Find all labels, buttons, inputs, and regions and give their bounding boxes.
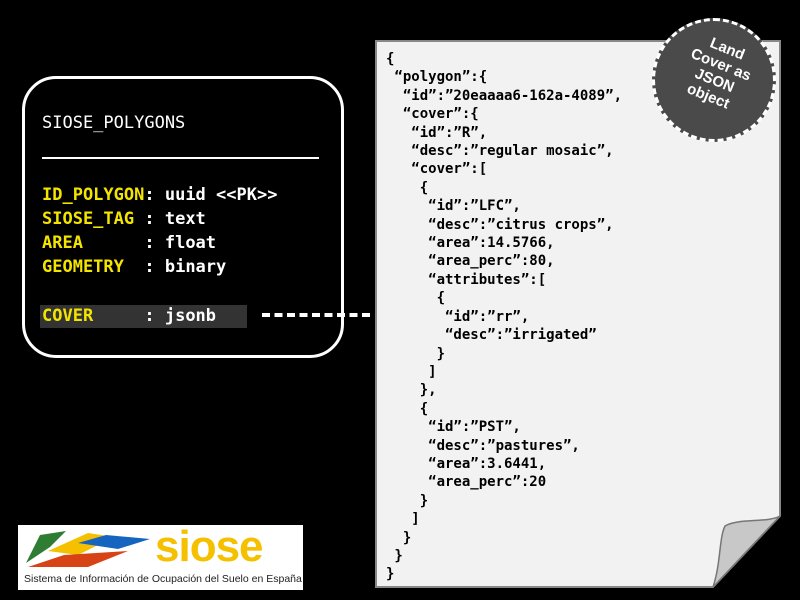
json-line: “desc”:”citrus crops”, [428, 216, 614, 233]
field-type: float [164, 233, 217, 253]
json-line: “area”:3.6441, [428, 455, 547, 472]
json-line: “desc”:”regular mosaic”, [411, 143, 614, 160]
json-line: “desc”:”irrigated” [445, 327, 597, 344]
logo-subtitle: Sistema de Información de Ocupación del … [24, 573, 302, 585]
json-line: }, [419, 382, 437, 399]
json-line: “desc”:”pastures”, [428, 437, 580, 454]
field-separator: : [144, 209, 165, 229]
json-line: } [402, 529, 412, 546]
json-line: “attributes”:[ [428, 271, 547, 288]
field-type: uuid <<PK>> [164, 185, 278, 205]
json-line: { [419, 400, 429, 417]
field-row-area: AREA : float [42, 233, 216, 253]
json-line: } [419, 492, 429, 509]
json-line: “id”:”20eaaaa6-162a-4089”, [402, 87, 623, 104]
json-line: { [436, 290, 446, 307]
json-line: “id”:”PST”, [428, 419, 521, 436]
json-line: “cover”:[ [411, 161, 488, 178]
json-line: ] [428, 363, 437, 380]
json-line: “id”:”LFC”, [428, 198, 521, 215]
json-line: “id”:”rr”, [445, 308, 530, 325]
json-line: “area_perc”:20 [428, 474, 547, 491]
json-line: } [394, 547, 403, 564]
json-line: ] [411, 511, 420, 528]
json-line: “area”:14.5766, [428, 235, 555, 252]
json-line: } [386, 566, 395, 583]
field-row-siose-tag: SIOSE_TAG : text [42, 209, 206, 229]
json-line: “polygon”:{ [394, 69, 488, 86]
field-type: text [164, 209, 206, 229]
field-separator: : [144, 185, 165, 205]
logo-emblem-icon [26, 531, 150, 567]
json-line: { [386, 51, 395, 67]
field-row-id-polygon: ID_POLYGON: uuid <<PK>> [42, 185, 277, 205]
field-name: ID_POLYGON [42, 185, 145, 205]
field-name: COVER [42, 306, 145, 326]
field-name: SIOSE_TAG [42, 209, 145, 229]
field-type: jsonb [164, 306, 217, 326]
table-title: SIOSE_POLYGONS [42, 113, 186, 133]
json-line: } [436, 345, 446, 362]
json-line: { [419, 179, 429, 196]
json-line: “cover”:{ [402, 106, 479, 123]
json-line: “id”:”R”, [411, 124, 488, 141]
field-name: AREA [42, 233, 145, 253]
json-code: { “polygon”:{ “id”:”20eaaaa6-162a-4089”,… [386, 50, 622, 584]
dashed-connector [262, 313, 370, 317]
field-separator: : [144, 257, 165, 277]
field-separator: : [144, 233, 165, 253]
field-name: GEOMETRY [42, 257, 145, 277]
field-row-cover: COVER : jsonb [42, 306, 216, 326]
field-separator: : [144, 306, 165, 326]
json-line: “area_perc”:80, [428, 253, 555, 270]
table-title-divider [42, 157, 319, 159]
logo-wordmark: siose [155, 522, 264, 571]
field-row-geometry: GEOMETRY : binary [42, 257, 226, 277]
field-type: binary [164, 257, 227, 277]
